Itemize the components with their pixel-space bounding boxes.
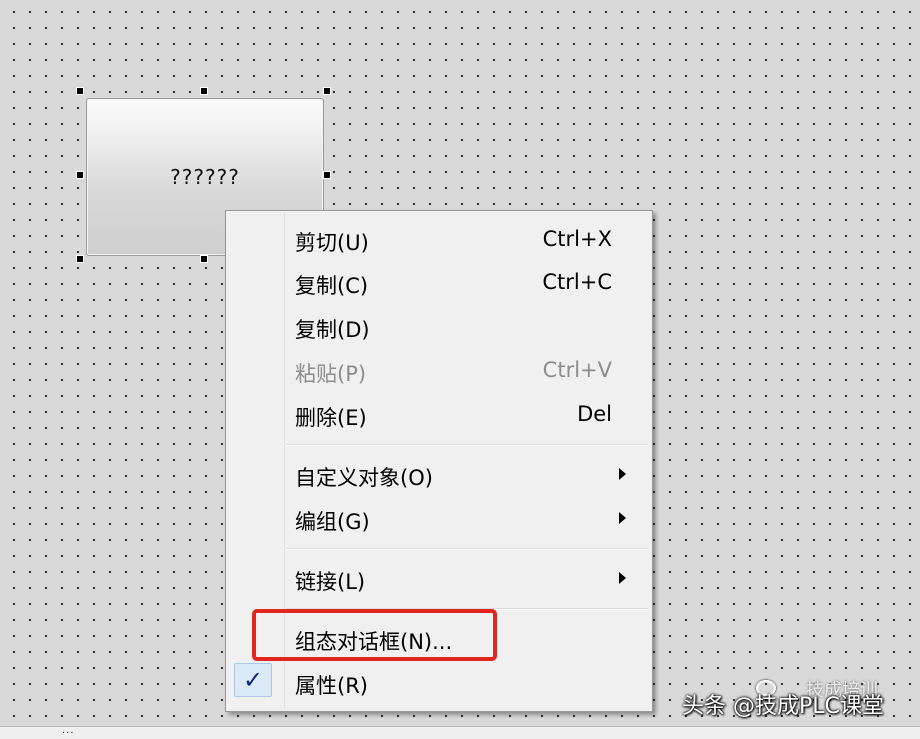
resize-handle-top-left[interactable] — [76, 87, 84, 95]
watermark-text: 头条 @技成PLC课堂 — [682, 694, 884, 719]
menu-item-label: 剪切(U) — [295, 231, 369, 255]
resize-handle-top-center[interactable] — [200, 87, 208, 95]
resize-handle-bottom-left[interactable] — [76, 255, 84, 263]
menu-item-shortcut: Ctrl+C — [542, 270, 612, 294]
menu-item-copy[interactable]: 复制(C) Ctrl+C — [228, 262, 648, 302]
menu-item-group[interactable]: 编组(G) — [228, 498, 648, 538]
submenu-arrow-icon — [619, 572, 626, 584]
menu-item-link[interactable]: 链接(L) — [228, 558, 648, 598]
menu-item-paste: 粘贴(P) Ctrl+V — [228, 350, 648, 390]
menu-item-delete[interactable]: 删除(E) Del — [228, 394, 648, 434]
menu-item-shortcut: Ctrl+V — [542, 358, 612, 382]
submenu-arrow-icon — [619, 512, 626, 524]
menu-item-cut[interactable]: 剪切(U) Ctrl+X — [228, 219, 648, 259]
button-widget-label: ?????? — [170, 165, 240, 189]
menu-item-duplicate[interactable]: 复制(D) — [228, 306, 648, 346]
menu-item-label: 复制(D) — [295, 318, 370, 342]
menu-item-shortcut: Del — [577, 402, 612, 426]
menu-item-label: 粘贴(P) — [295, 362, 367, 386]
resize-handle-bottom-center[interactable] — [200, 255, 208, 263]
resize-handle-middle-right[interactable] — [323, 171, 331, 179]
menu-separator — [286, 444, 648, 446]
resize-handle-top-right[interactable] — [323, 87, 331, 95]
resize-handle-middle-left[interactable] — [76, 171, 84, 179]
menu-item-label: 复制(C) — [295, 274, 369, 298]
annotation-highlight-box — [252, 609, 497, 661]
menu-item-shortcut: Ctrl+X — [542, 227, 612, 251]
menu-separator — [286, 548, 648, 550]
menu-item-label: 删除(E) — [295, 406, 367, 430]
menu-item-label: 自定义对象(O) — [295, 466, 433, 490]
menu-item-label: 属性(R) — [295, 674, 368, 698]
menu-item-properties[interactable]: 属性(R) — [228, 662, 648, 702]
status-bar-text: ... — [62, 725, 75, 736]
submenu-arrow-icon — [619, 468, 626, 480]
menu-item-custom-object[interactable]: 自定义对象(O) — [228, 454, 648, 494]
status-bar: ... — [0, 725, 920, 739]
menu-item-label: 链接(L) — [295, 570, 366, 594]
menu-item-label: 编组(G) — [295, 510, 370, 534]
